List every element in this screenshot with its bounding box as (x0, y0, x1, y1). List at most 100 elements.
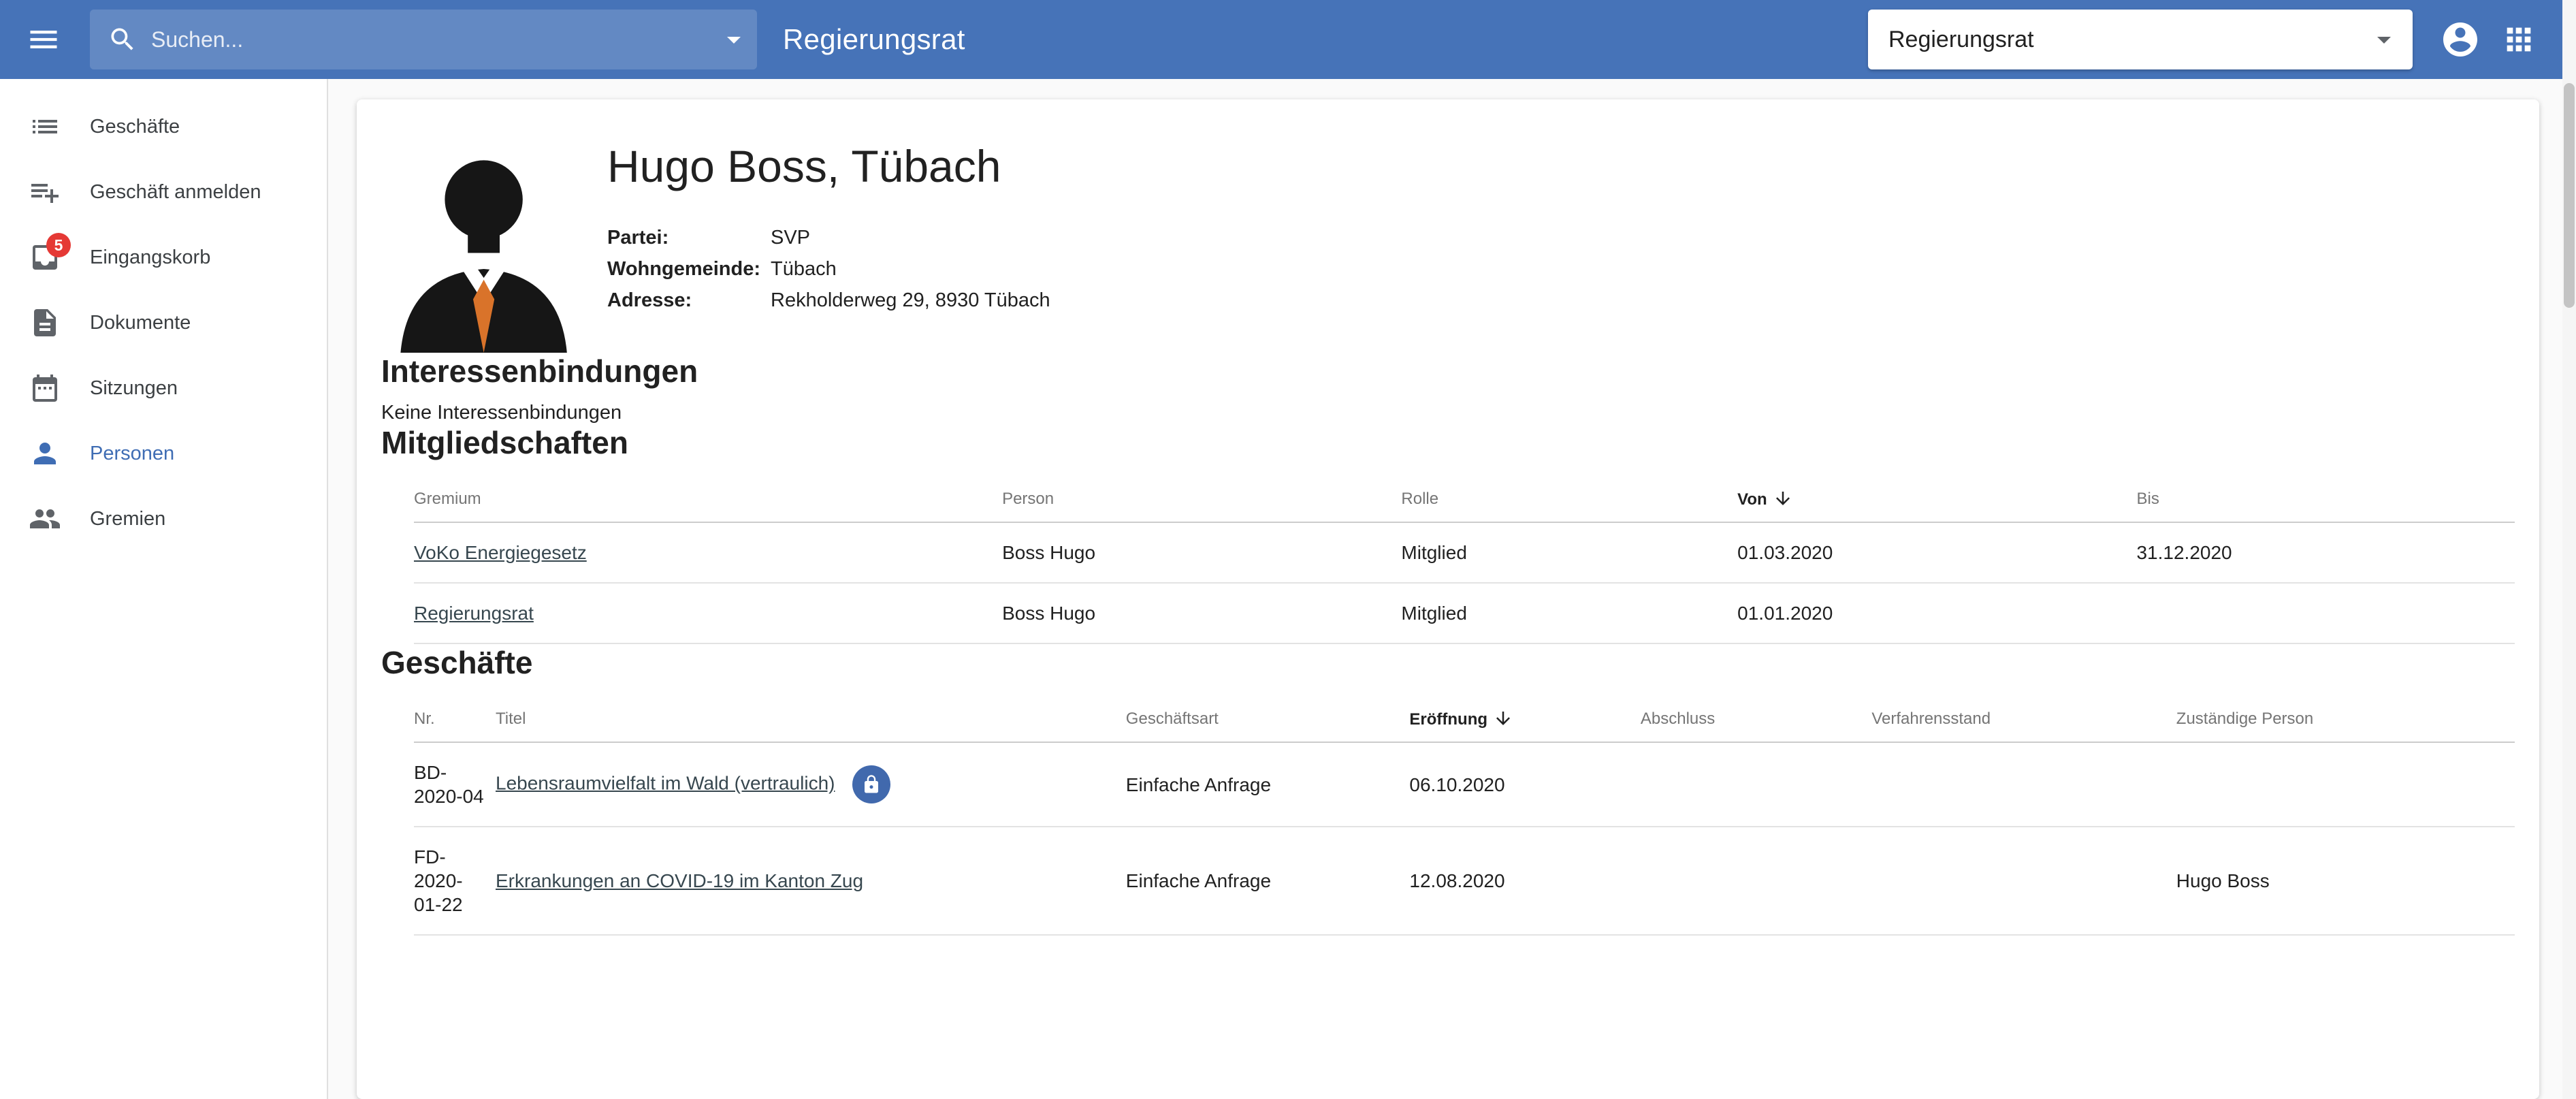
section-title-interessenbindungen: Interessenbindungen (381, 353, 2515, 389)
geschaefte-table: Nr. Titel Geschäftsart Eröffnung Abschlu… (414, 695, 2515, 936)
cell-titel: Erkrankungen an COVID-19 im Kanton Zug (496, 827, 1126, 935)
person-info: Hugo Boss, Tübach Partei: SVP Wohngemein… (607, 139, 1050, 353)
geschaeft-link[interactable]: Erkrankungen an COVID-19 im Kanton Zug (496, 870, 863, 891)
account-circle-icon (2440, 19, 2481, 60)
sort-arrow-down-icon (1493, 708, 1513, 729)
cell-person: Boss Hugo (1002, 522, 1401, 583)
section-title-mitgliedschaften: Mitgliedschaften (381, 424, 2515, 461)
cell-gremium: Regierungsrat (414, 583, 1002, 643)
mitgliedschaften-table: Gremium Person Rolle Von Bis VoKo Energi… (414, 475, 2515, 644)
cell-verfahrensstand (1871, 742, 2176, 827)
cell-abschluss (1641, 742, 1871, 827)
sidebar-item-personen[interactable]: Personen (0, 421, 327, 486)
person-header: Hugo Boss, Tübach Partei: SVP Wohngemein… (393, 139, 2515, 353)
geschaeft-link[interactable]: Lebensraumvielfalt im Wald (vertraulich) (496, 772, 835, 793)
sidebar-item-geschaefte[interactable]: Geschäfte (0, 94, 327, 159)
field-label: Adresse: (607, 285, 771, 316)
cell-nr: BD-2020-04 (414, 742, 496, 827)
sidebar-item-gremien[interactable]: Gremien (0, 486, 327, 552)
sidebar-item-label: Geschäfte (90, 116, 180, 138)
col-titel[interactable]: Titel (496, 695, 1126, 742)
cell-geschaeftsart: Einfache Anfrage (1126, 742, 1410, 827)
sidebar-item-label: Eingangskorb (90, 246, 210, 269)
main-content: Hugo Boss, Tübach Partei: SVP Wohngemein… (329, 79, 2562, 1099)
field-wohngemeinde: Wohngemeinde: Tübach (607, 253, 1050, 285)
inbox-icon: 5 (29, 241, 61, 274)
col-abschluss[interactable]: Abschluss (1641, 695, 1871, 742)
app-header: Regierungsrat Regierungsrat (0, 0, 2562, 79)
person-detail-card: Hugo Boss, Tübach Partei: SVP Wohngemein… (357, 99, 2539, 1099)
section-title-geschaefte: Geschäfte (381, 644, 2515, 681)
table-row: BD-2020-04 Lebensraumvielfalt im Wald (v… (414, 742, 2515, 827)
search-icon (108, 25, 138, 54)
sidebar-item-label: Sitzungen (90, 377, 178, 400)
col-person[interactable]: Person (1002, 475, 1401, 522)
menu-button[interactable] (26, 22, 61, 57)
confidential-lock-icon (852, 765, 890, 803)
sidebar-item-sitzungen[interactable]: Sitzungen (0, 355, 327, 421)
cell-bis (2136, 583, 2515, 643)
arrow-drop-down-icon (718, 23, 750, 56)
table-row: VoKo Energiegesetz Boss Hugo Mitglied 01… (414, 522, 2515, 583)
cell-eroeffnung: 12.08.2020 (1409, 827, 1640, 935)
field-value: Rekholderweg 29, 8930 Tübach (771, 285, 1050, 316)
account-button[interactable] (2440, 19, 2481, 60)
field-adresse: Adresse: Rekholderweg 29, 8930 Tübach (607, 285, 1050, 316)
sidebar-item-dokumente[interactable]: Dokumente (0, 290, 327, 355)
sidebar-item-label: Dokumente (90, 312, 191, 334)
field-value: SVP (771, 222, 810, 253)
document-icon (29, 306, 61, 339)
sidebar: Geschäfte Geschäft anmelden 5 Eingangsko… (0, 79, 328, 1099)
cell-gremium: VoKo Energiegesetz (414, 522, 1002, 583)
sidebar-item-eingangskorb[interactable]: 5 Eingangskorb (0, 225, 327, 290)
menu-icon (26, 22, 61, 57)
cell-person: Boss Hugo (1002, 583, 1401, 643)
tenant-select-value: Regierungsrat (1888, 27, 2034, 53)
cell-titel: Lebensraumvielfalt im Wald (vertraulich) (496, 742, 1126, 827)
sidebar-item-label: Personen (90, 443, 174, 465)
col-zustaendige-person[interactable]: Zuständige Person (2176, 695, 2515, 742)
person-name: Hugo Boss, Tübach (607, 140, 1050, 192)
calendar-icon (29, 372, 61, 404)
list-icon (29, 110, 61, 143)
sidebar-item-geschaeft-anmelden[interactable]: Geschäft anmelden (0, 159, 327, 225)
table-header-row: Gremium Person Rolle Von Bis (414, 475, 2515, 522)
tenant-select[interactable]: Regierungsrat (1868, 10, 2413, 69)
col-gremium[interactable]: Gremium (414, 475, 1002, 522)
cell-zustaendige-person: Hugo Boss (2176, 827, 2515, 935)
table-row: Regierungsrat Boss Hugo Mitglied 01.01.2… (414, 583, 2515, 643)
cell-von: 01.03.2020 (1737, 522, 2136, 583)
apps-button[interactable] (2501, 22, 2537, 57)
sort-arrow-down-icon (1773, 488, 1793, 509)
scrollbar-thumb[interactable] (2564, 83, 2575, 308)
col-bis[interactable]: Bis (2136, 475, 2515, 522)
people-icon (29, 503, 61, 535)
cell-zustaendige-person (2176, 742, 2515, 827)
cell-bis: 31.12.2020 (2136, 522, 2515, 583)
interessenbindungen-empty-text: Keine Interessenbindungen (381, 402, 2515, 424)
playlist-add-icon (29, 176, 61, 208)
cell-verfahrensstand (1871, 827, 2176, 935)
gremium-link[interactable]: Regierungsrat (414, 603, 534, 624)
search-box (90, 10, 757, 69)
field-partei: Partei: SVP (607, 222, 1050, 253)
col-verfahrensstand[interactable]: Verfahrensstand (1871, 695, 2176, 742)
col-rolle[interactable]: Rolle (1401, 475, 1737, 522)
inbox-count-badge: 5 (46, 233, 71, 257)
col-von-sorted[interactable]: Von (1737, 475, 2136, 522)
col-nr[interactable]: Nr. (414, 695, 496, 742)
field-label: Partei: (607, 222, 771, 253)
cell-geschaeftsart: Einfache Anfrage (1126, 827, 1410, 935)
sidebar-item-label: Geschäft anmelden (90, 181, 261, 204)
col-geschaeftsart[interactable]: Geschäftsart (1126, 695, 1410, 742)
search-input[interactable] (150, 27, 718, 53)
col-eroeffnung-sorted[interactable]: Eröffnung (1409, 695, 1640, 742)
table-row: FD-2020-01-22 Erkrankungen an COVID-19 i… (414, 827, 2515, 935)
sidebar-item-label: Gremien (90, 508, 165, 530)
search-scope-dropdown[interactable] (718, 23, 750, 56)
table-header-row: Nr. Titel Geschäftsart Eröffnung Abschlu… (414, 695, 2515, 742)
cell-nr: FD-2020-01-22 (414, 827, 496, 935)
cell-rolle: Mitglied (1401, 522, 1737, 583)
gremium-link[interactable]: VoKo Energiegesetz (414, 542, 587, 563)
cell-abschluss (1641, 827, 1871, 935)
